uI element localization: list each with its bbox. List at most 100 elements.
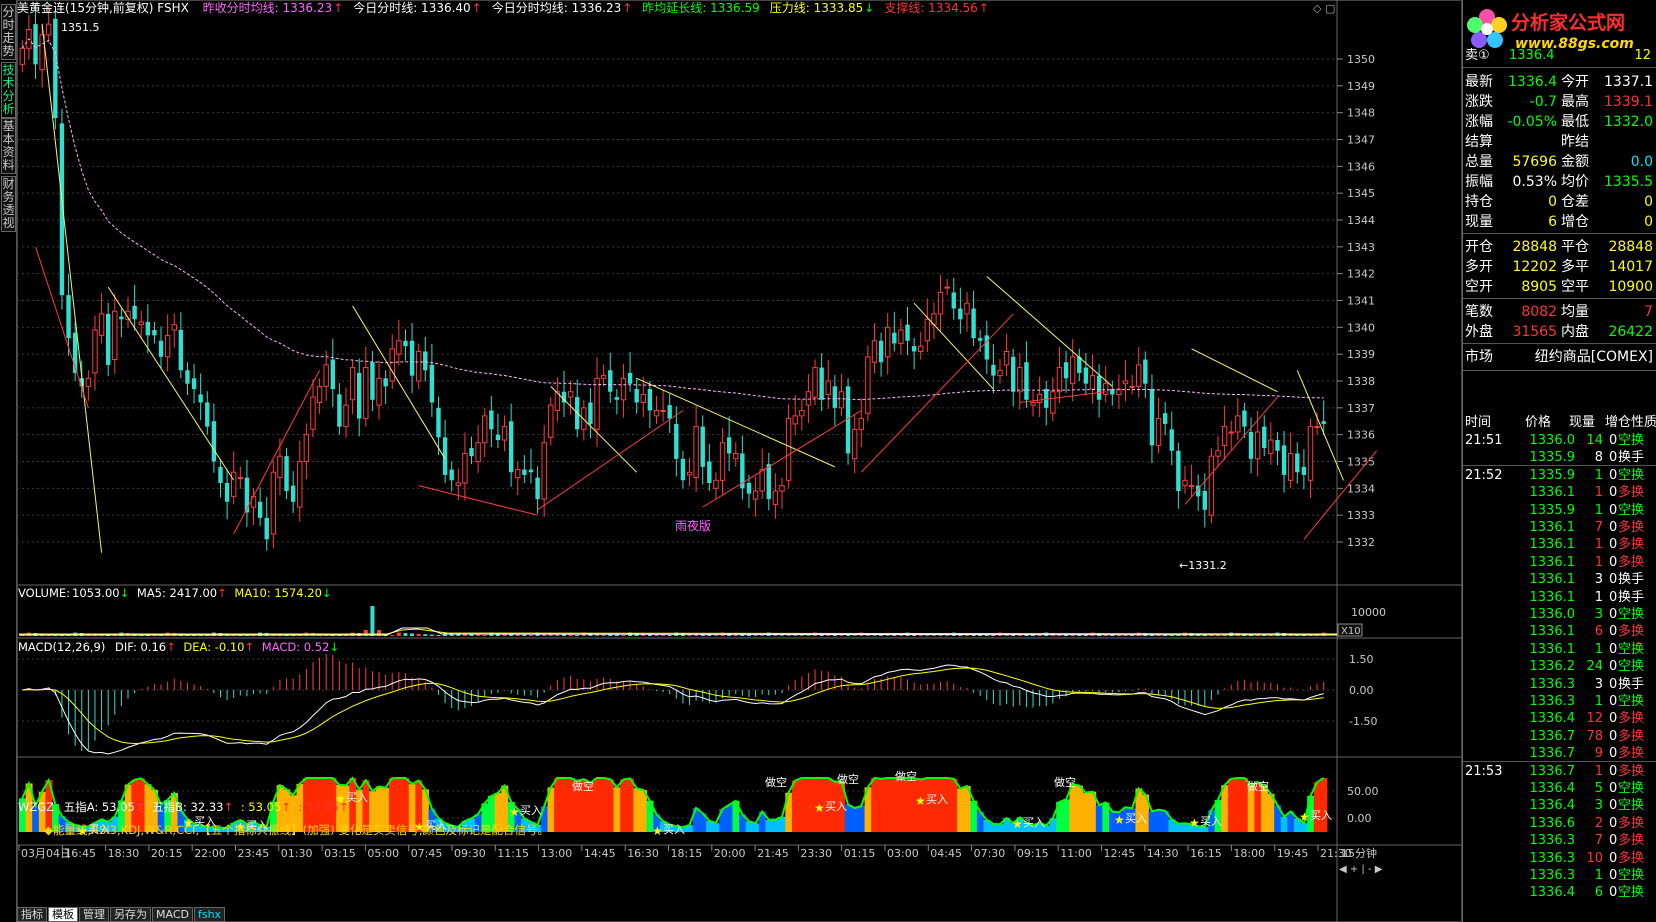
bottom-tab-1[interactable]: 模板 bbox=[48, 907, 78, 922]
sell-signal-label: 做空 bbox=[895, 769, 917, 783]
tick-row[interactable]: 1336.1 7 0 多换 bbox=[1463, 519, 1656, 537]
side-tab-2[interactable]: 基本资料 bbox=[1, 118, 16, 174]
tick-row[interactable]: 1336.4 6 0 空换 bbox=[1463, 884, 1656, 902]
volume-bar bbox=[423, 634, 428, 636]
tick-row[interactable]: 1336.6 2 0 多换 bbox=[1463, 815, 1656, 833]
candle-body bbox=[462, 452, 468, 484]
candle-body bbox=[674, 423, 679, 459]
time-axis-label: 13:00 bbox=[541, 847, 573, 860]
time-axis-label: 16:15 bbox=[1190, 847, 1222, 860]
tick-row[interactable]: 1336.1 3 0 换手 bbox=[1463, 571, 1656, 589]
main-chart[interactable]: 1350 1349 1348 1347 1346 1345 1344 1343 1342 1341… bbox=[17, 0, 1462, 922]
tick-price: 1336.0 bbox=[1529, 433, 1576, 448]
bottom-tab-5[interactable]: fshx bbox=[193, 907, 226, 922]
tick-row[interactable]: 1336.1 1 0 多换 bbox=[1463, 554, 1656, 572]
tick-row[interactable]: 1336.4 12 0 多换 bbox=[1463, 710, 1656, 728]
tick-row[interactable]: 1336.3 3 0 换手 bbox=[1463, 676, 1656, 694]
tick-row[interactable]: 1336.7 78 0 多换 bbox=[1463, 728, 1656, 746]
quote-label-1-a: 涨跌 bbox=[1465, 94, 1493, 110]
tick-volume: 10 bbox=[1586, 850, 1603, 866]
candle-body bbox=[363, 367, 369, 420]
candle-body bbox=[178, 330, 184, 371]
tick-header-4: 性质 bbox=[1631, 415, 1656, 430]
wzgz-band bbox=[1155, 809, 1163, 832]
quote-row-9: 多开 12202 多平 14017 bbox=[1463, 257, 1656, 277]
buy-signal-label: 买入 bbox=[926, 793, 948, 806]
tick-row[interactable]: 1336.1 1 0 多换 bbox=[1463, 484, 1656, 502]
tick-row[interactable]: 1336.3 1 0 空换 bbox=[1463, 693, 1656, 711]
tick-price: 1336.1 bbox=[1529, 572, 1576, 588]
candle-body bbox=[647, 389, 653, 411]
bottom-tab-2[interactable]: 管理 bbox=[79, 907, 109, 922]
tick-row[interactable]: 1336.3 10 0 多换 bbox=[1463, 850, 1656, 868]
candle-body bbox=[119, 316, 124, 320]
volume-scale-label: X10 bbox=[1341, 626, 1361, 637]
tick-time: 21:53 bbox=[1465, 763, 1503, 779]
price-axis-label: 1333 bbox=[1347, 509, 1375, 522]
candle-body bbox=[871, 340, 878, 363]
candle-body bbox=[277, 455, 283, 479]
tick-increment: 0 bbox=[1609, 798, 1618, 814]
macd-value: MACD: 0.52 bbox=[261, 640, 330, 654]
time-axis-label: 09:15 bbox=[1017, 847, 1049, 860]
tick-row[interactable]: 1336.1 6 0 多换 bbox=[1463, 623, 1656, 641]
ma10-down-arrow: ↓ bbox=[321, 586, 332, 600]
tick-increment: 0 bbox=[1609, 868, 1618, 883]
tick-row[interactable]: 1336.3 1 0 空换 bbox=[1463, 867, 1656, 885]
volume-bar bbox=[416, 633, 421, 636]
side-tab-1[interactable]: 技术分析 bbox=[1, 62, 16, 118]
time-axis-label: 16:45 bbox=[64, 847, 96, 860]
volume-bar bbox=[396, 632, 401, 636]
tick-row[interactable]: 1336.1 1 0 换手 bbox=[1463, 589, 1656, 607]
tick-row[interactable]: 21:51 1336.0 14 0 空换 bbox=[1463, 432, 1656, 450]
tick-row[interactable]: 21:53 1336.7 1 0 多换 bbox=[1463, 763, 1656, 781]
topbar-arrow-2: ↑ bbox=[622, 1, 633, 15]
topbar-arrow-4: ↓ bbox=[864, 1, 875, 15]
tick-row[interactable]: 1336.2 24 0 空换 bbox=[1463, 658, 1656, 676]
time-axis-label: 07:30 bbox=[974, 847, 1006, 860]
tick-row[interactable]: 1336.1 1 0 多换 bbox=[1463, 536, 1656, 554]
volume-bar bbox=[410, 633, 415, 636]
tick-volume: 1 bbox=[1594, 537, 1603, 553]
bottom-tab-3[interactable]: 另存为 bbox=[110, 907, 151, 922]
time-axis-label: 20:15 bbox=[151, 847, 183, 860]
candle-body bbox=[191, 378, 197, 390]
candle-body bbox=[785, 418, 792, 481]
tick-volume: 1 bbox=[1594, 589, 1603, 605]
candle-body bbox=[218, 466, 223, 483]
wzgz-band bbox=[798, 778, 806, 832]
quote-value-2-b: 1332.0 bbox=[1604, 114, 1653, 130]
tick-row[interactable]: 1336.3 7 0 多换 bbox=[1463, 832, 1656, 850]
tick-row[interactable]: 21:52 1335.9 1 0 空换 bbox=[1463, 467, 1656, 485]
candle-body bbox=[1169, 429, 1174, 451]
quote-value-6-b: 0 bbox=[1644, 194, 1653, 210]
quote-value-8-b: 28848 bbox=[1608, 239, 1653, 255]
volume-bar bbox=[429, 634, 434, 636]
tick-row[interactable]: 1336.4 5 0 空换 bbox=[1463, 780, 1656, 798]
tick-nature: 空换 bbox=[1618, 659, 1645, 675]
tick-row[interactable]: 1336.1 1 0 空换 bbox=[1463, 641, 1656, 659]
market-value: 纽约商品[COMEX] bbox=[1534, 349, 1653, 365]
tick-row[interactable]: 1335.9 1 0 空换 bbox=[1463, 502, 1656, 520]
candle-body bbox=[1176, 450, 1181, 492]
wzgz-band bbox=[877, 778, 885, 832]
volume-bar bbox=[614, 634, 619, 636]
side-tab-3[interactable]: 财务透视 bbox=[1, 176, 16, 232]
bottom-tab-0[interactable]: 指标 bbox=[17, 907, 47, 922]
candle-body bbox=[997, 369, 1003, 377]
tick-increment: 0 bbox=[1609, 433, 1618, 448]
tick-row[interactable]: 1336.0 3 0 空换 bbox=[1463, 606, 1656, 624]
candle-body bbox=[1096, 375, 1102, 400]
bottom-tab-4[interactable]: MACD bbox=[152, 907, 193, 922]
candle-body bbox=[1254, 431, 1261, 460]
high-annotation: 1351.5 bbox=[61, 21, 100, 34]
quote-label-0-a: 最新 bbox=[1465, 74, 1493, 90]
time-axis-label: 01:15 bbox=[844, 847, 876, 860]
candle-body bbox=[600, 375, 607, 379]
market-label: 市场 bbox=[1465, 349, 1493, 365]
quote-label-4-b: 金额 bbox=[1561, 154, 1589, 170]
tick-nature: 空换 bbox=[1618, 467, 1645, 483]
tick-row[interactable]: 1336.4 3 0 空换 bbox=[1463, 797, 1656, 815]
quote-separator-3 bbox=[1463, 343, 1656, 344]
side-tab-0[interactable]: 分时走势 bbox=[1, 4, 16, 60]
